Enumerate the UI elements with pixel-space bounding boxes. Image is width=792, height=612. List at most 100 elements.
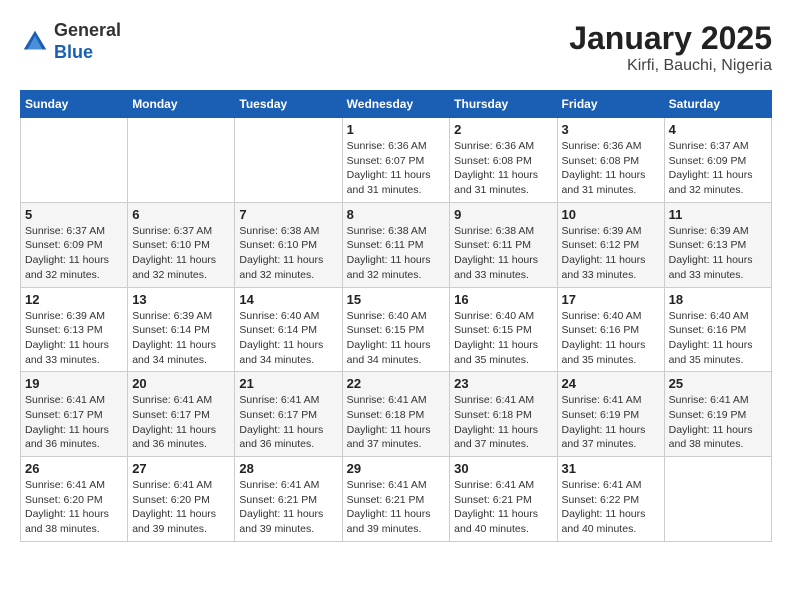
cell-info: Sunrise: 6:41 AMSunset: 6:19 PMDaylight:…	[562, 394, 646, 450]
calendar-cell: 26 Sunrise: 6:41 AMSunset: 6:20 PMDayligh…	[21, 457, 128, 542]
day-number: 19	[25, 376, 123, 391]
calendar-cell: 16Sunrise: 6:40 AMSunset: 6:15 PMDayligh…	[450, 287, 557, 372]
page-title: January 2025	[569, 20, 772, 57]
day-number: 14	[239, 292, 337, 307]
day-number: 22	[347, 376, 446, 391]
cell-info: Sunrise: 6:40 AMSunset: 6:16 PMDaylight:…	[669, 310, 753, 366]
day-number: 7	[239, 207, 337, 222]
cell-info: Sunrise: 6:36 AMSunset: 6:08 PMDaylight:…	[454, 140, 538, 196]
calendar-cell: 23 Sunrise: 6:41 AMSunset: 6:18 PMDayligh…	[450, 372, 557, 457]
calendar-cell: 22 Sunrise: 6:41 AMSunset: 6:18 PMDayligh…	[342, 372, 450, 457]
day-number: 9	[454, 207, 552, 222]
day-number: 27	[132, 461, 230, 476]
cell-info: Sunrise: 6:41 AMSunset: 6:22 PMDaylight:…	[562, 479, 646, 535]
calendar-cell: 28 Sunrise: 6:41 AMSunset: 6:21 PMDayligh…	[235, 457, 342, 542]
cell-info: Sunrise: 6:40 AMSunset: 6:14 PMDaylight:…	[239, 310, 323, 366]
title-block: January 2025 Kirfi, Bauchi, Nigeria	[569, 20, 772, 75]
calendar-cell: 5 Sunrise: 6:37 AMSunset: 6:09 PMDaylight…	[21, 202, 128, 287]
day-number: 10	[562, 207, 660, 222]
cell-info: Sunrise: 6:37 AMSunset: 6:10 PMDaylight:…	[132, 225, 216, 281]
calendar-cell: 2Sunrise: 6:36 AMSunset: 6:08 PMDaylight…	[450, 118, 557, 203]
cell-info: Sunrise: 6:40 AMSunset: 6:16 PMDaylight:…	[562, 310, 646, 366]
day-number: 3	[562, 122, 660, 137]
day-number: 28	[239, 461, 337, 476]
cell-info: Sunrise: 6:41 AMSunset: 6:17 PMDaylight:…	[132, 394, 216, 450]
day-number: 18	[669, 292, 767, 307]
calendar-cell: 10 Sunrise: 6:39 AMSunset: 6:12 PMDayligh…	[557, 202, 664, 287]
calendar-week-1: 1 Sunrise: 6:36 AMSunset: 6:07 PMDaylight…	[21, 118, 772, 203]
calendar-cell: 4 Sunrise: 6:37 AMSunset: 6:09 PMDaylight…	[664, 118, 771, 203]
calendar-cell	[21, 118, 128, 203]
cell-info: Sunrise: 6:41 AMSunset: 6:20 PMDaylight:…	[25, 479, 109, 535]
day-number: 26	[25, 461, 123, 476]
calendar-cell: 27 Sunrise: 6:41 AMSunset: 6:20 PMDayligh…	[128, 457, 235, 542]
calendar-cell: 21 Sunrise: 6:41 AMSunset: 6:17 PMDayligh…	[235, 372, 342, 457]
calendar-cell: 1 Sunrise: 6:36 AMSunset: 6:07 PMDaylight…	[342, 118, 450, 203]
weekday-header-saturday: Saturday	[664, 91, 771, 118]
day-number: 21	[239, 376, 337, 391]
calendar-cell: 31 Sunrise: 6:41 AMSunset: 6:22 PMDayligh…	[557, 457, 664, 542]
calendar-cell: 13 Sunrise: 6:39 AMSunset: 6:14 PMDayligh…	[128, 287, 235, 372]
weekday-header-friday: Friday	[557, 91, 664, 118]
calendar-week-3: 12Sunrise: 6:39 AMSunset: 6:13 PMDayligh…	[21, 287, 772, 372]
cell-info: Sunrise: 6:40 AMSunset: 6:15 PMDaylight:…	[454, 310, 538, 366]
day-number: 30	[454, 461, 552, 476]
calendar-cell: 17 Sunrise: 6:40 AMSunset: 6:16 PMDayligh…	[557, 287, 664, 372]
cell-info: Sunrise: 6:41 AMSunset: 6:17 PMDaylight:…	[239, 394, 323, 450]
day-number: 1	[347, 122, 446, 137]
cell-info: Sunrise: 6:41 AMSunset: 6:21 PMDaylight:…	[239, 479, 323, 535]
day-number: 29	[347, 461, 446, 476]
weekday-header-tuesday: Tuesday	[235, 91, 342, 118]
day-number: 23	[454, 376, 552, 391]
page-header: General Blue January 2025 Kirfi, Bauchi,…	[20, 20, 772, 75]
calendar-cell: 20 Sunrise: 6:41 AMSunset: 6:17 PMDayligh…	[128, 372, 235, 457]
cell-info: Sunrise: 6:41 AMSunset: 6:18 PMDaylight:…	[347, 394, 431, 450]
day-number: 31	[562, 461, 660, 476]
cell-info: Sunrise: 6:37 AMSunset: 6:09 PMDaylight:…	[669, 140, 753, 196]
cell-info: Sunrise: 6:41 AMSunset: 6:19 PMDaylight:…	[669, 394, 753, 450]
calendar-cell: 11Sunrise: 6:39 AMSunset: 6:13 PMDayligh…	[664, 202, 771, 287]
day-number: 13	[132, 292, 230, 307]
day-number: 20	[132, 376, 230, 391]
calendar-table: SundayMondayTuesdayWednesdayThursdayFrid…	[20, 90, 772, 542]
day-number: 4	[669, 122, 767, 137]
calendar-cell: 15Sunrise: 6:40 AMSunset: 6:15 PMDayligh…	[342, 287, 450, 372]
cell-info: Sunrise: 6:41 AMSunset: 6:18 PMDaylight:…	[454, 394, 538, 450]
calendar-cell: 14 Sunrise: 6:40 AMSunset: 6:14 PMDayligh…	[235, 287, 342, 372]
cell-info: Sunrise: 6:38 AMSunset: 6:11 PMDaylight:…	[454, 225, 538, 281]
calendar-cell: 6 Sunrise: 6:37 AMSunset: 6:10 PMDaylight…	[128, 202, 235, 287]
calendar-cell: 12Sunrise: 6:39 AMSunset: 6:13 PMDayligh…	[21, 287, 128, 372]
cell-info: Sunrise: 6:41 AMSunset: 6:20 PMDaylight:…	[132, 479, 216, 535]
day-number: 15	[347, 292, 446, 307]
calendar-cell	[235, 118, 342, 203]
page-subtitle: Kirfi, Bauchi, Nigeria	[569, 57, 772, 75]
calendar-cell: 19Sunrise: 6:41 AMSunset: 6:17 PMDayligh…	[21, 372, 128, 457]
calendar-cell: 3 Sunrise: 6:36 AMSunset: 6:08 PMDaylight…	[557, 118, 664, 203]
cell-info: Sunrise: 6:39 AMSunset: 6:12 PMDaylight:…	[562, 225, 646, 281]
cell-info: Sunrise: 6:39 AMSunset: 6:14 PMDaylight:…	[132, 310, 216, 366]
day-number: 17	[562, 292, 660, 307]
calendar-cell: 30Sunrise: 6:41 AMSunset: 6:21 PMDayligh…	[450, 457, 557, 542]
calendar-cell: 8Sunrise: 6:38 AMSunset: 6:11 PMDaylight…	[342, 202, 450, 287]
calendar-cell	[128, 118, 235, 203]
calendar-cell: 24 Sunrise: 6:41 AMSunset: 6:19 PMDayligh…	[557, 372, 664, 457]
cell-info: Sunrise: 6:38 AMSunset: 6:11 PMDaylight:…	[347, 225, 431, 281]
calendar-cell	[664, 457, 771, 542]
day-number: 6	[132, 207, 230, 222]
cell-info: Sunrise: 6:36 AMSunset: 6:07 PMDaylight:…	[347, 140, 431, 196]
logo-icon	[20, 27, 50, 57]
weekday-header-wednesday: Wednesday	[342, 91, 450, 118]
calendar-cell: 25 Sunrise: 6:41 AMSunset: 6:19 PMDayligh…	[664, 372, 771, 457]
cell-info: Sunrise: 6:37 AMSunset: 6:09 PMDaylight:…	[25, 225, 109, 281]
day-number: 5	[25, 207, 123, 222]
day-number: 24	[562, 376, 660, 391]
day-number: 25	[669, 376, 767, 391]
weekday-header-row: SundayMondayTuesdayWednesdayThursdayFrid…	[21, 91, 772, 118]
cell-info: Sunrise: 6:39 AMSunset: 6:13 PMDaylight:…	[25, 310, 109, 366]
weekday-header-sunday: Sunday	[21, 91, 128, 118]
cell-info: Sunrise: 6:36 AMSunset: 6:08 PMDaylight:…	[562, 140, 646, 196]
logo: General Blue	[20, 20, 121, 63]
calendar-cell: 18 Sunrise: 6:40 AMSunset: 6:16 PMDayligh…	[664, 287, 771, 372]
calendar-cell: 29Sunrise: 6:41 AMSunset: 6:21 PMDayligh…	[342, 457, 450, 542]
calendar-week-5: 26 Sunrise: 6:41 AMSunset: 6:20 PMDayligh…	[21, 457, 772, 542]
